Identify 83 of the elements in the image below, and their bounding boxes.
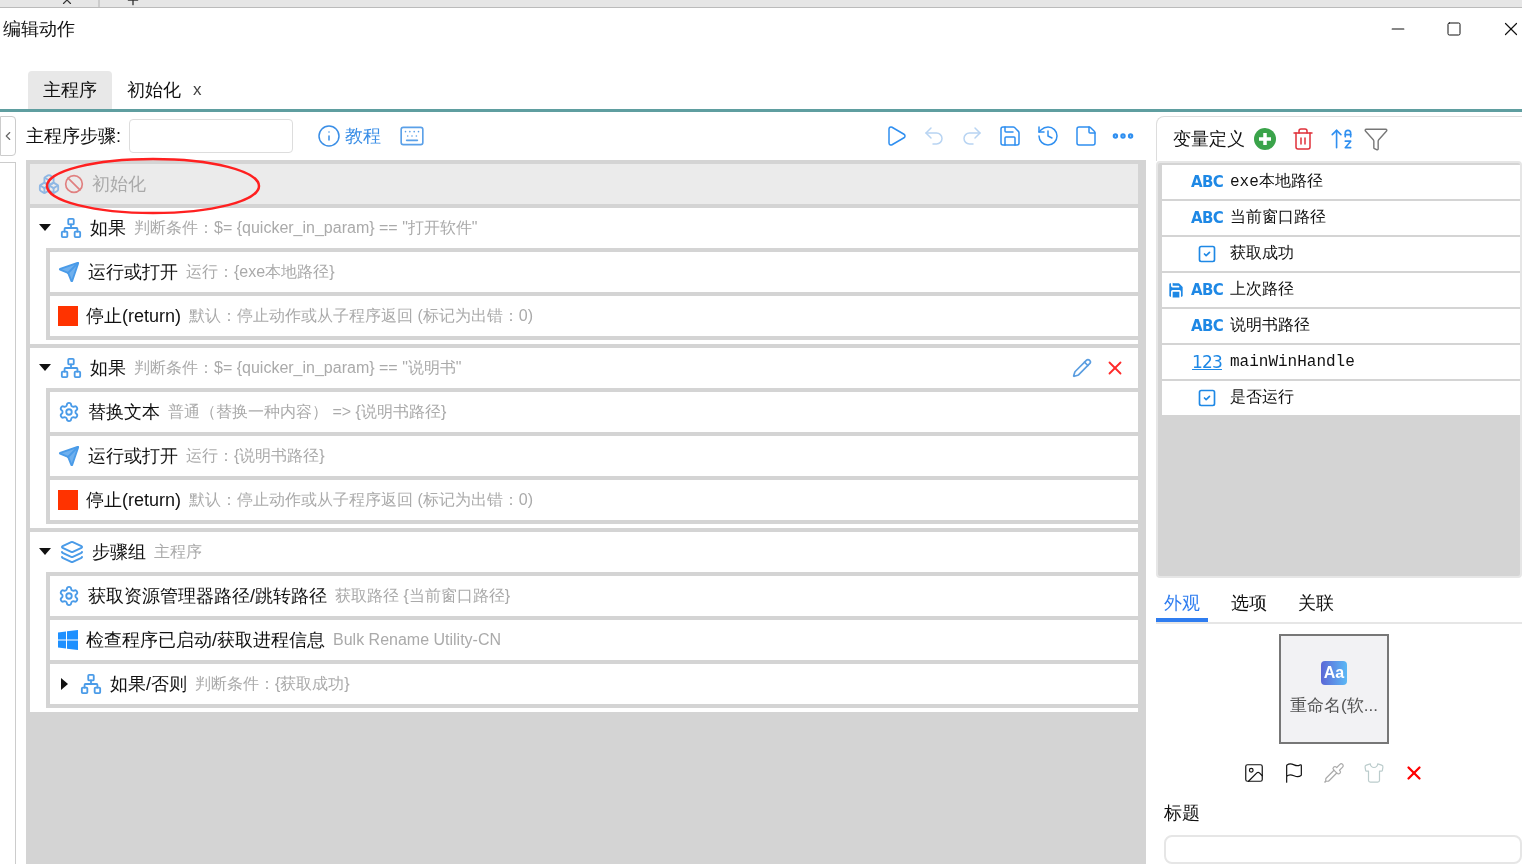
step-detail: 判断条件：{获取成功} (195, 674, 350, 694)
variable-name: 上次路径 (1230, 279, 1294, 302)
branch-icon (80, 673, 102, 695)
variable-item[interactable]: ABC 当前窗口路径 (1162, 201, 1520, 236)
step-title[interactable]: 检查程序已启动/获取进程信息 (86, 626, 325, 654)
save-icon[interactable] (998, 124, 1022, 148)
variable-name: 获取成功 (1230, 243, 1294, 266)
note-icon[interactable] (1074, 124, 1098, 148)
step-title[interactable]: 运行或打开 (88, 258, 178, 286)
pipette-icon[interactable] (1323, 762, 1345, 785)
variable-item[interactable]: 是否运行 (1162, 381, 1520, 416)
action-icon-card[interactable]: Aa 重命名(软... (1279, 634, 1389, 745)
tab[interactable]: 主程序 (28, 71, 112, 109)
step-detail: 主程序 (154, 542, 202, 562)
step-title[interactable]: 停止(return) (86, 302, 181, 330)
step-detail: 默认：停止动作或从子程序返回 (标记为出错：0) (189, 490, 533, 510)
tutorial-link[interactable]: 教程 (317, 122, 381, 150)
variable-name: 是否运行 (1230, 388, 1294, 410)
step-detail: 获取路径 {当前窗口路径} (335, 586, 511, 606)
tab-close[interactable]: x (193, 77, 202, 103)
variable-item[interactable]: 获取成功 (1162, 237, 1520, 272)
action-name: 重命名(软... (1290, 694, 1378, 717)
flag-icon[interactable] (1283, 762, 1305, 785)
rename-icon: Aa (1320, 660, 1348, 685)
paper-plane-icon (58, 261, 80, 283)
step-detail: 判断条件：$= {quicker_in_param} == "打开软件" (134, 218, 478, 238)
tab[interactable]: 选项 (1223, 588, 1275, 623)
type-label: 123 (1192, 350, 1222, 374)
step-detail: 判断条件：$= {quicker_in_param} == "说明书" (134, 358, 462, 378)
image-icon[interactable] (1243, 762, 1265, 785)
checkbox-icon (1197, 244, 1217, 265)
add-icon[interactable] (1253, 127, 1277, 152)
step-title[interactable]: 停止(return) (86, 486, 181, 514)
window-title: 编辑动作 (3, 17, 75, 41)
variable-item[interactable]: ABC 说明书路径 (1162, 309, 1520, 344)
variable-item[interactable]: ABC exe本地路径 (1162, 165, 1520, 200)
steps-label: 主程序步骤: (26, 124, 121, 148)
step-detail: 运行：{exe本地路径} (186, 262, 335, 282)
type-label: ABC (1191, 207, 1223, 231)
gear-icon (58, 401, 80, 423)
step-detail: 普通（替换一种内容） => {说明书路径} (168, 402, 447, 422)
tab[interactable]: 外观 (1156, 588, 1208, 623)
maximize-icon[interactable] (1446, 21, 1462, 37)
trash-icon[interactable] (1291, 127, 1315, 152)
variable-name: 说明书路径 (1230, 316, 1310, 338)
windows-logo-icon (58, 630, 78, 650)
paper-plane-icon (58, 445, 80, 467)
type-label: ABC (1191, 315, 1223, 339)
edit-icon[interactable] (1072, 358, 1092, 378)
tab[interactable]: 关联 (1290, 588, 1342, 623)
variable-item[interactable]: ABC 上次路径 (1162, 273, 1520, 308)
checkbox-icon (1197, 388, 1217, 409)
variable-name: mainWinHandle (1230, 352, 1355, 374)
filter-icon[interactable] (1363, 126, 1389, 153)
type-label: ABC (1191, 279, 1223, 303)
info-icon (317, 124, 341, 148)
step-title[interactable]: 运行或打开 (88, 442, 178, 470)
step-title[interactable]: 获取资源管理器路径/跳转路径 (88, 582, 327, 610)
stop-icon (58, 490, 78, 510)
title-label: 标题 (1164, 802, 1201, 826)
disabled-icon (64, 174, 84, 194)
steps-search-field[interactable] (129, 119, 293, 153)
step-title[interactable]: 如果/否则 (110, 670, 187, 698)
gear-icon (58, 585, 80, 607)
step-title[interactable]: 如果 (90, 214, 126, 242)
step-detail: 默认：停止动作或从子程序返回 (标记为出错：0) (189, 306, 533, 326)
step-title[interactable]: 如果 (90, 354, 126, 382)
type-label: ABC (1191, 171, 1223, 195)
step-title[interactable]: 替换文本 (88, 398, 160, 426)
variables-title: 变量定义 (1173, 127, 1245, 151)
variable-name: 当前窗口路径 (1230, 207, 1326, 230)
cubes-icon (38, 173, 60, 195)
step-title[interactable]: 步骤组 (92, 538, 146, 566)
layers-icon (60, 540, 84, 564)
branch-icon (60, 217, 82, 239)
branch-icon (60, 357, 82, 379)
history-icon[interactable] (1036, 124, 1060, 148)
variable-name: exe本地路径 (1230, 172, 1323, 194)
stop-icon (58, 306, 78, 326)
title-field[interactable] (1164, 835, 1522, 864)
variable-item[interactable]: 123 mainWinHandle (1162, 345, 1520, 380)
step-detail: Bulk Rename Utility-CN (333, 630, 502, 650)
step-detail: 运行：{说明书路径} (186, 446, 325, 466)
